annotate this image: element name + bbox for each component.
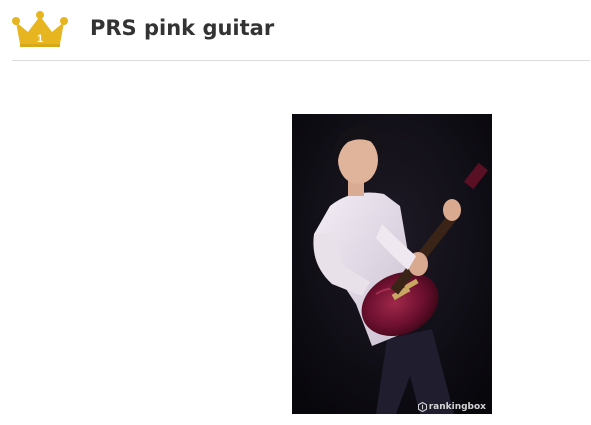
guitarist-photo: rankingbox bbox=[292, 114, 492, 414]
item-title: PRS pink guitar bbox=[90, 16, 275, 40]
watermark: rankingbox bbox=[417, 402, 486, 412]
watermark-text: rankingbox bbox=[428, 402, 486, 412]
item-header: 1 PRS pink guitar bbox=[12, 4, 590, 61]
rank-number: 1 bbox=[37, 33, 43, 45]
rankingbox-logo-icon bbox=[417, 402, 427, 412]
crown-icon: 1 bbox=[12, 11, 68, 47]
